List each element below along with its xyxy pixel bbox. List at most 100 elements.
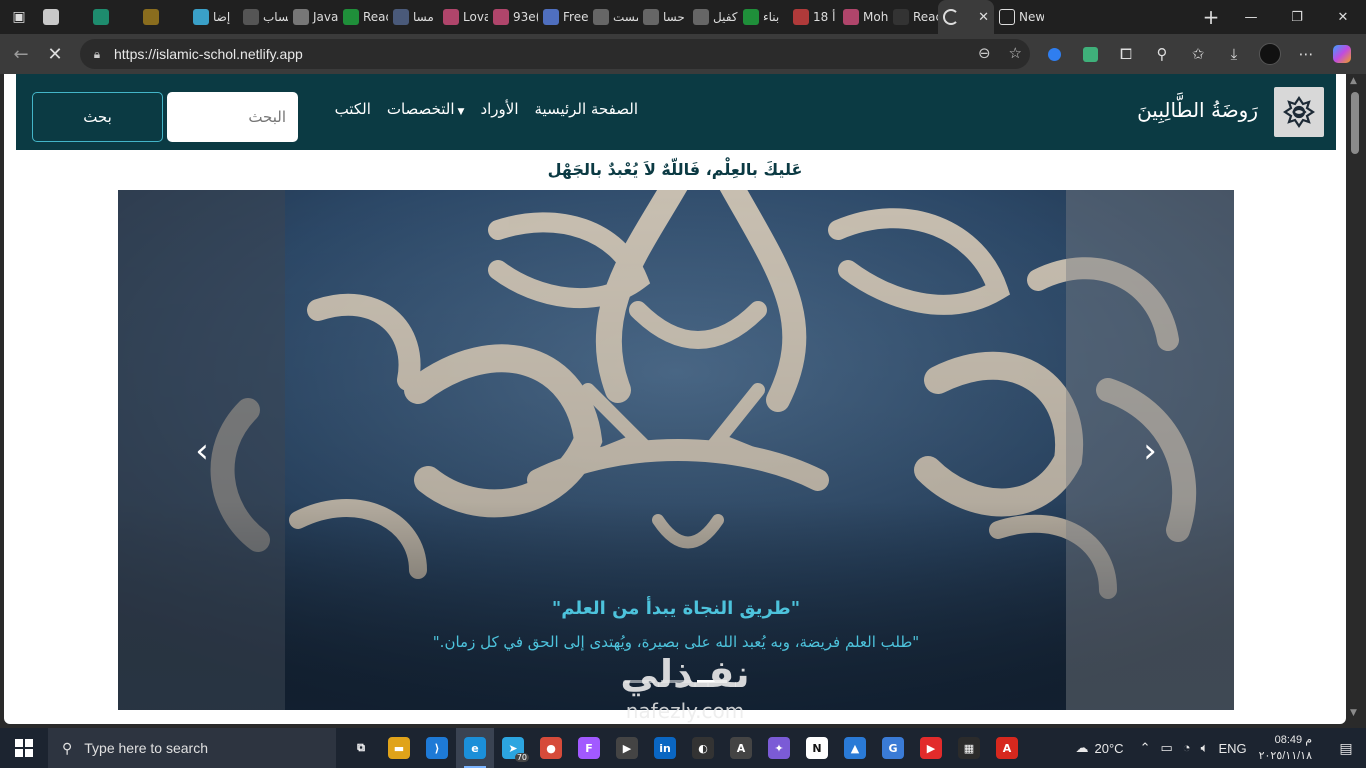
nav-home-link[interactable]: الصفحة الرئيسية — [535, 100, 639, 118]
taskbar-app-linkedin[interactable]: in — [646, 728, 684, 768]
browser-tab[interactable]: 93e( — [488, 3, 538, 31]
notifications-icon[interactable]: ▤ — [1326, 740, 1366, 757]
pdf-icon: A — [996, 737, 1018, 759]
taskbar-app-telegram[interactable]: ➤ 70 — [494, 728, 532, 768]
battery-icon[interactable]: ▭ — [1160, 740, 1172, 756]
browser-tab[interactable]: 18 أ — [788, 3, 838, 31]
taskbar-app-figma[interactable]: F — [570, 728, 608, 768]
search-input[interactable] — [167, 92, 298, 142]
favorites-icon[interactable]: ✩ — [1180, 34, 1216, 74]
maximize-button[interactable]: ❐ — [1274, 0, 1320, 34]
taskbar-app-notion[interactable]: N — [798, 728, 836, 768]
start-button[interactable] — [0, 728, 48, 768]
url-text[interactable]: https://islamic-schol.netlify.app — [114, 46, 303, 62]
browser-tab[interactable]: Free — [538, 3, 588, 31]
taskbar-app-github-desktop[interactable]: ◐ — [684, 728, 722, 768]
weather-widget[interactable]: ☁ 20°C — [1076, 740, 1124, 756]
browser-tab[interactable] — [88, 3, 138, 31]
taskbar-app-font[interactable]: A — [722, 728, 760, 768]
browser-tab[interactable]: حسا — [638, 3, 688, 31]
taskbar-app-spreadsheet[interactable]: ▦ — [950, 728, 988, 768]
copilot-icon[interactable] — [1324, 34, 1360, 74]
taskbar-app-chrome[interactable]: ● — [532, 728, 570, 768]
extension-green-icon[interactable] — [1072, 34, 1108, 74]
spreadsheet-icon: ▦ — [958, 737, 980, 759]
browser-tab[interactable]: كفيل — [688, 3, 738, 31]
browser-tab[interactable] — [138, 3, 188, 31]
nav-awrad-link[interactable]: الأوراد — [480, 100, 518, 118]
browser-tab[interactable] — [38, 3, 88, 31]
slide-caption-title: "طريق النجاة يبدأ من العلم" — [551, 598, 801, 619]
tab-title: Free — [563, 10, 588, 24]
browser-tab[interactable]: إضا — [188, 3, 238, 31]
taskbar-app-vs[interactable]: ✦ — [760, 728, 798, 768]
stop-loading-button[interactable]: ✕ — [38, 37, 72, 71]
show-hidden-icons-chevron-icon[interactable]: ⌃ — [1140, 740, 1151, 756]
taskbar-search-box[interactable]: ⚲ Type here to search — [48, 728, 336, 768]
page-scrollbar[interactable]: ▲ ▼ — [1347, 74, 1364, 724]
brand-name[interactable]: رَوضَةُ الطَّالِبِينَ — [1137, 98, 1258, 122]
browser-tab[interactable]: Read — [338, 3, 388, 31]
browser-tab[interactable]: Java — [288, 3, 338, 31]
taskbar-app-file-explorer[interactable]: ▬ — [380, 728, 418, 768]
settings-more-icon[interactable]: ⋯ — [1288, 34, 1324, 74]
downloads-icon[interactable]: ⤓ — [1216, 34, 1252, 74]
tab-title: مسا — [413, 10, 434, 24]
carousel-prev-button[interactable]: ‹ — [182, 426, 222, 476]
browser-tab[interactable]: مست — [588, 3, 638, 31]
extensions-puzzle-icon[interactable]: ⧠ — [1108, 34, 1144, 74]
browser-tab[interactable]: New — [994, 3, 1044, 31]
volume-icon[interactable]: 🔈︎ — [1201, 740, 1209, 756]
chrome-icon: ● — [540, 737, 562, 759]
figma-icon: F — [578, 737, 600, 759]
browser-tab[interactable]: Lova — [438, 3, 488, 31]
web-page: رَوضَةُ الطَّالِبِينَ الصفحة الرئيسية ال… — [4, 74, 1346, 724]
minimize-button[interactable]: — — [1228, 0, 1274, 34]
taskbar-app-youtube[interactable]: ▶ — [912, 728, 950, 768]
nav-specialties-dropdown[interactable]: التخصصات ▼ — [387, 100, 465, 118]
search-icon — [643, 9, 659, 25]
scroll-up-arrow-icon[interactable]: ▲ — [1350, 76, 1357, 86]
carousel-indicator[interactable] — [697, 680, 727, 683]
browser-tab[interactable]: Moh — [838, 3, 888, 31]
brand-logo[interactable] — [1274, 87, 1324, 137]
taskbar-app-translate[interactable]: G — [874, 728, 912, 768]
url-field[interactable]: 🔒︎ https://islamic-schol.netlify.app ⊖ ☆ — [80, 39, 1030, 69]
taskbar-app-task-view[interactable]: ⧉ — [342, 728, 380, 768]
taskbar-app-vscode[interactable]: ⟩ — [418, 728, 456, 768]
m-icon — [293, 9, 309, 25]
close-tab-icon[interactable]: ✕ — [978, 10, 989, 25]
browser-tab[interactable]: مسا — [388, 3, 438, 31]
taskbar-app-photos[interactable]: ▲ — [836, 728, 874, 768]
split-screen-icon[interactable]: ⚲ — [1144, 34, 1180, 74]
tab-actions-icon[interactable]: ▣ — [0, 0, 38, 34]
input-language-indicator[interactable]: ENG — [1218, 741, 1246, 756]
carousel-indicator[interactable] — [661, 680, 691, 683]
browser-tab[interactable]: حساب — [238, 3, 288, 31]
back-button[interactable]: ← — [4, 37, 38, 71]
carousel-indicators — [625, 680, 727, 683]
taskbar-app-edge[interactable]: e — [456, 728, 494, 768]
doc-icon — [543, 9, 559, 25]
close-window-button[interactable]: ✕ — [1320, 0, 1366, 34]
taskbar-clock[interactable]: 08:49 م ٢٠٢٥/١١/١٨ — [1259, 732, 1312, 764]
scroll-down-arrow-icon[interactable]: ▼ — [1350, 708, 1357, 718]
taskbar-app-media[interactable]: ▶ — [608, 728, 646, 768]
new-tab-button[interactable]: + — [1194, 0, 1228, 34]
browser-tab[interactable]: Reac — [888, 3, 938, 31]
carousel-indicator[interactable] — [625, 680, 655, 683]
carousel-next-button[interactable]: › — [1130, 426, 1170, 476]
profile-avatar[interactable] — [1252, 34, 1288, 74]
extension-blue-dot-icon[interactable] — [1036, 34, 1072, 74]
scrollbar-thumb[interactable] — [1351, 92, 1359, 154]
browser-tab-active[interactable]: ✕ — [938, 0, 994, 34]
taskbar-app-pdf[interactable]: A — [988, 728, 1026, 768]
favorite-star-icon[interactable]: ☆ — [1009, 44, 1022, 62]
site-info-icon[interactable]: 🔒︎ — [80, 47, 114, 62]
browser-tab[interactable]: بناء — [738, 3, 788, 31]
wifi-icon[interactable]: ◔ — [1183, 740, 1191, 756]
nav-books-link[interactable]: الكتب — [335, 100, 371, 118]
more-options-icon[interactable]: ⊖ — [978, 44, 991, 62]
search-button[interactable]: بحث — [32, 92, 163, 142]
github-desktop-icon: ◐ — [692, 737, 714, 759]
